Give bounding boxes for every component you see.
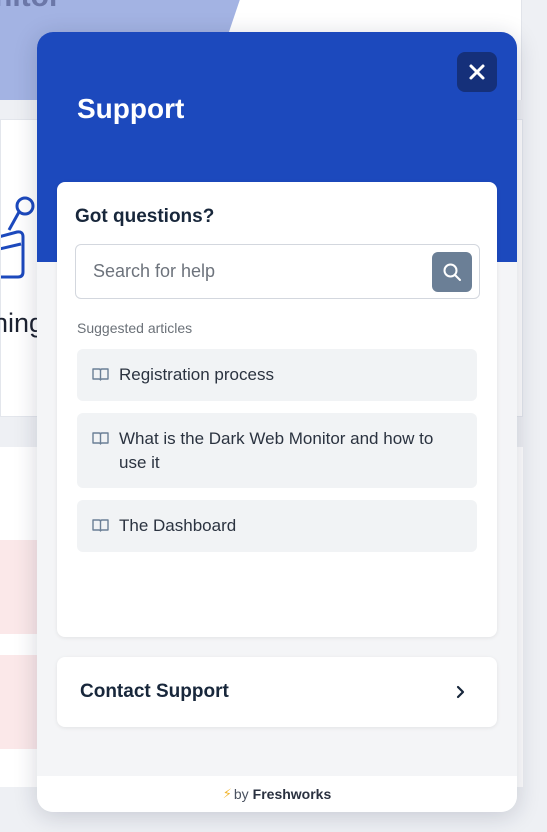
questions-title: Got questions? — [75, 206, 215, 227]
suggested-articles-label: Suggested articles — [77, 320, 193, 336]
background-row — [0, 540, 40, 634]
article-item-registration[interactable]: Registration process — [77, 349, 477, 401]
book-icon — [92, 432, 109, 445]
article-label: The Dashboard — [119, 516, 237, 535]
widget-footer: ⚡ by Freshworks — [37, 776, 517, 812]
background-row — [0, 655, 40, 749]
chevron-right-icon — [456, 685, 465, 699]
footer-prefix: by — [233, 786, 249, 802]
contact-support-label: Contact Support — [80, 681, 229, 702]
search-button[interactable] — [432, 252, 472, 292]
article-item-dashboard[interactable]: The Dashboard — [77, 500, 477, 552]
footer-brand-link[interactable]: Freshworks — [253, 786, 332, 802]
search-input[interactable] — [76, 245, 426, 298]
close-icon — [469, 64, 485, 80]
close-button[interactable] — [457, 52, 497, 92]
search-icon — [443, 263, 461, 281]
book-icon — [92, 368, 109, 381]
article-item-dark-web-monitor[interactable]: What is the Dark Web Monitor and how to … — [77, 413, 477, 488]
clipboard-graph-icon — [1, 196, 35, 279]
article-label: Registration process — [119, 365, 274, 384]
contact-support-button[interactable]: Contact Support — [57, 657, 497, 727]
article-label: What is the Dark Web Monitor and how to … — [119, 429, 434, 472]
questions-card: Got questions? Suggested articles Regist… — [57, 182, 497, 637]
widget-title: Support — [77, 93, 185, 124]
bolt-icon: ⚡ — [222, 786, 232, 801]
book-icon — [92, 519, 109, 532]
background-hero-title: nitor — [0, 0, 61, 14]
support-widget: Support Got questions? Suggested article… — [37, 32, 517, 812]
search-box — [75, 244, 480, 299]
